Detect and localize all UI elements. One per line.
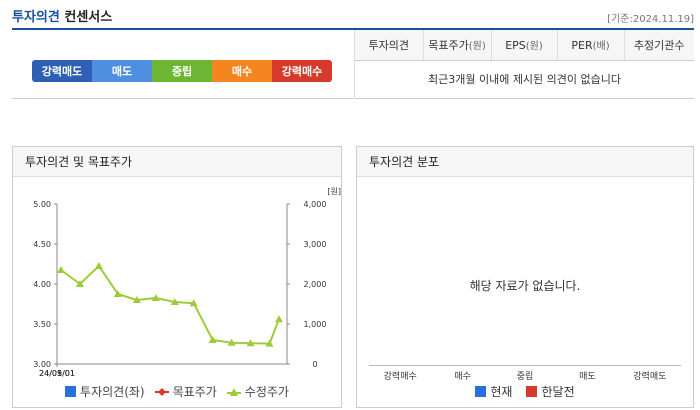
legend-target-price[interactable]: 목표주가: [154, 383, 217, 400]
diamond-icon: [154, 387, 169, 396]
right-panel-title: 투자의견 분포: [357, 147, 693, 177]
series-point: [94, 262, 103, 269]
legend-adjusted-price[interactable]: 수정주가: [226, 383, 289, 400]
y-right-unit: [원]: [327, 187, 341, 196]
opinion-distribution-panel: 투자의견 분포 해당 자료가 없습니다. 강력매수 매수 중립 매도 강력매도 …: [356, 146, 694, 408]
left-panel-title: 투자의견 및 목표주가: [13, 147, 341, 177]
distribution-legend: 현재 한달전: [357, 383, 693, 400]
square-icon: [65, 386, 77, 397]
distribution-axis: [369, 365, 681, 366]
y-right-tick-label: 4,000: [304, 200, 327, 209]
y-left-tick-label: 3.00: [33, 360, 51, 369]
legend-month-ago[interactable]: 한달전: [526, 383, 575, 400]
scale-sell: 매도: [92, 60, 152, 82]
chart-legend: 투자의견(좌) 목표주가 수정주가: [13, 383, 341, 400]
opinion-target-panel: 투자의견 및 목표주가 5.00 4.50 4.00 3.50 3.00 4,000 3,0…: [12, 146, 342, 408]
consensus-empty-message: 최근3개월 이내에 제시된 의견이 없습니다: [355, 60, 694, 99]
dist-cat-sell: 매도: [579, 372, 596, 382]
x-tick-label: 24/09/01: [39, 369, 75, 378]
scale-buy: 매수: [212, 60, 272, 82]
no-data-message: 해당 자료가 없습니다.: [469, 279, 581, 293]
consensus-title: 투자의견 컨센서스: [12, 6, 112, 25]
scale-strong-buy: 강력매수: [272, 60, 332, 82]
col-per: PER(배): [556, 30, 624, 61]
dist-cat-buy: 매수: [454, 372, 471, 382]
dist-cat-neutral: 중립: [516, 372, 534, 382]
triangle-icon: [226, 387, 241, 396]
col-eps: EPS(원): [490, 30, 557, 61]
distribution-categories: 강력매수 매수 중립 매도 강력매도: [369, 369, 681, 382]
legend-current[interactable]: 현재: [475, 383, 512, 400]
dist-cat-strong-buy: 강력매수: [383, 372, 417, 382]
opinion-price-chart: 5.00 4.50 4.00 3.50 3.00 4,000 3,000 2,000 1,000…: [33, 187, 341, 378]
y-right-tick-label: 3,000: [304, 240, 327, 249]
y-right-tick-label: 1,000: [304, 320, 327, 329]
col-opinion: 투자의견: [355, 30, 423, 61]
consensus-table: 투자의견 목표주가(원) EPS(원) PER(배) 추정기관수 최근3개월 이…: [355, 30, 694, 99]
opinion-scale: 강력매도 매도 중립 매수 강력매수: [32, 60, 332, 82]
col-estimators: 추정기관수: [623, 30, 694, 61]
dist-cat-strong-sell: 강력매도: [633, 372, 667, 382]
y-left-tick-label: 5.00: [33, 200, 51, 209]
base-date: [기준:2024.11.19]: [607, 14, 694, 25]
series-line: [60, 264, 280, 345]
y-right-tick-label: 0: [312, 360, 317, 369]
col-target-price: 목표주가(원): [422, 30, 491, 61]
scale-strong-sell: 강력매도: [32, 60, 92, 82]
title-rest: 컨센서스: [64, 10, 113, 25]
legend-opinion[interactable]: 투자의견(좌): [65, 383, 145, 400]
consensus-bottom-rule: [12, 98, 354, 99]
square-icon: [475, 386, 487, 397]
scale-neutral: 중립: [152, 60, 212, 82]
y-left-tick-label: 3.50: [33, 320, 51, 329]
series-point: [57, 266, 65, 273]
y-left-tick-label: 4.50: [33, 240, 51, 249]
y-left-tick-label: 4.00: [33, 280, 51, 289]
series-point: [275, 315, 283, 323]
square-icon: [526, 386, 538, 397]
title-accent: 투자의견: [12, 10, 60, 25]
y-right-tick-label: 2,000: [304, 280, 327, 289]
